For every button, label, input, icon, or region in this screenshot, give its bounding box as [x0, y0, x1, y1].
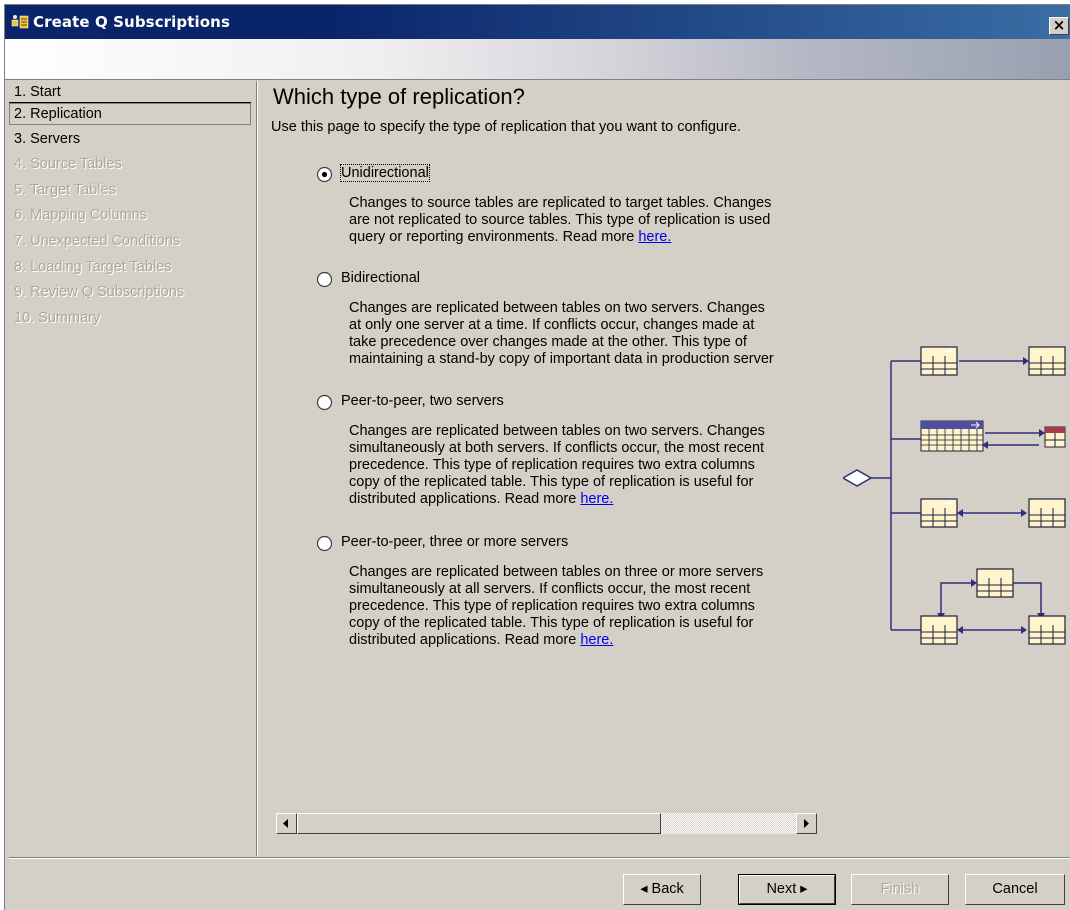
description-text: distributed applications. Read more — [349, 491, 581, 507]
scroll-left-button[interactable] — [276, 813, 297, 834]
nav-step-source-tables: 4. Source Tables — [9, 153, 251, 175]
description-line: take precedence over changes made at the… — [349, 334, 747, 350]
nav-step-review-q-subscriptions: 9. Review Q Subscriptions — [9, 281, 251, 303]
description-line: query or reporting environments. Read mo… — [349, 229, 824, 246]
nav-step-label: 10. Summary — [14, 310, 101, 326]
description-line: at only one server at a time. If conflic… — [349, 317, 755, 333]
nav-step-label: 3. Servers — [14, 131, 81, 147]
description-line: are not replicated to source tables. Thi… — [349, 212, 771, 228]
description-line: simultaneously at both servers. If confl… — [349, 440, 765, 456]
nav-step-label: 7. Unexpected Conditions — [14, 233, 181, 249]
radio-unidirectional[interactable] — [316, 166, 333, 183]
target-table-icon — [1028, 346, 1066, 376]
nav-step-loading-target-tables: 8. Loading Target Tables — [9, 256, 251, 278]
horizontal-scrollbar[interactable] — [276, 813, 817, 834]
radio-bidirectional[interactable] — [316, 271, 333, 288]
nav-step-unexpected-conditions: 7. Unexpected Conditions — [9, 230, 251, 252]
description-line: distributed applications. Read more here… — [349, 491, 824, 508]
nav-step-label: 8. Loading Target Tables — [14, 259, 172, 275]
peer-table-icon — [976, 568, 1014, 598]
nav-step-servers[interactable]: 3. Servers — [9, 128, 251, 150]
radio-peer-to-peer-two-servers[interactable] — [316, 394, 333, 411]
peer-table-icon — [1028, 615, 1066, 645]
option-description-peer-to-peer-three-or-more-servers: Changes are replicated between tables on… — [349, 564, 824, 649]
connector-lines — [863, 360, 1042, 631]
target-table-icon — [1044, 426, 1066, 448]
option-label-unidirectional[interactable]: Unidirectional — [340, 164, 430, 182]
description-text: query or reporting environments. Read mo… — [349, 229, 639, 245]
description-line: Changes are replicated between tables on… — [349, 300, 765, 316]
next-button[interactable]: Next ▸ — [738, 874, 836, 905]
description-line: Changes are replicated between tables on… — [349, 564, 764, 580]
option-label-peer-to-peer-three-or-more-servers[interactable]: Peer-to-peer, three or more servers — [341, 534, 568, 550]
nav-step-start[interactable]: 1. Start — [9, 81, 251, 103]
scroll-right-button[interactable] — [796, 813, 817, 834]
create-q-subscriptions-window: Create Q Subscriptions × 1. Start 2. Rep… — [4, 4, 1070, 910]
nav-step-label: 1. Start — [14, 84, 61, 100]
radio-peer-to-peer-three-or-more-servers[interactable] — [316, 535, 333, 552]
start-diamond-icon — [843, 469, 873, 487]
nav-step-label: 9. Review Q Subscriptions — [14, 284, 185, 300]
finish-button: Finish — [851, 874, 949, 905]
read-more-link[interactable]: here. — [580, 491, 613, 507]
description-line: Changes to source tables are replicated … — [349, 195, 772, 211]
description-line: maintaining a stand-by copy of important… — [349, 351, 774, 367]
nav-step-target-tables: 5. Target Tables — [9, 179, 251, 201]
footer-divider — [9, 857, 1070, 859]
read-more-link[interactable]: here. — [580, 632, 613, 648]
nav-step-mapping-columns: 6. Mapping Columns — [9, 204, 251, 226]
arrow-left-icon — [283, 819, 288, 828]
arrow-right-icon — [804, 819, 809, 828]
peer-table-icon — [920, 498, 958, 528]
source-table-icon — [920, 420, 984, 452]
option-description-peer-to-peer-two-servers: Changes are replicated between tables on… — [349, 423, 824, 508]
option-description-bidirectional: Changes are replicated between tables on… — [349, 300, 824, 368]
back-button[interactable]: ◂ Back — [623, 874, 701, 905]
description-line: distributed applications. Read more here… — [349, 632, 824, 649]
wizard-app-icon — [11, 15, 29, 29]
nav-step-label: 6. Mapping Columns — [14, 207, 147, 223]
read-more-link[interactable]: here. — [638, 229, 671, 245]
nav-step-label: 2. Replication — [14, 106, 102, 122]
description-line: precedence. This type of replication req… — [349, 598, 755, 614]
description-text: distributed applications. Read more — [349, 632, 581, 648]
window-title: Create Q Subscriptions — [33, 13, 230, 31]
option-description-unidirectional: Changes to source tables are replicated … — [349, 195, 824, 246]
title-bar[interactable]: Create Q Subscriptions × — [5, 5, 1070, 39]
description-line: copy of the replicated table. This type … — [349, 615, 754, 631]
close-icon: × — [1052, 16, 1066, 34]
nav-step-label: 4. Source Tables — [14, 156, 122, 172]
peer-table-icon — [1028, 498, 1066, 528]
close-button[interactable]: × — [1049, 17, 1069, 35]
replication-topology-diagram — [843, 346, 1066, 645]
peer-table-icon — [920, 615, 958, 645]
header-banner — [5, 39, 1070, 80]
nav-step-summary: 10. Summary — [9, 307, 251, 329]
description-line: precedence. This type of replication req… — [349, 457, 755, 473]
nav-step-label: 5. Target Tables — [14, 182, 116, 198]
page-description: Use this page to specify the type of rep… — [271, 119, 741, 135]
nav-step-replication[interactable]: 2. Replication — [9, 103, 251, 125]
cancel-button[interactable]: Cancel — [965, 874, 1065, 905]
option-label-peer-to-peer-two-servers[interactable]: Peer-to-peer, two servers — [341, 393, 504, 409]
page-title: Which type of replication? — [273, 84, 525, 109]
description-line: Changes are replicated between tables on… — [349, 423, 765, 439]
scrollbar-thumb[interactable] — [297, 813, 661, 834]
wizard-step-navigation: 1. Start 2. Replication 3. Servers 4. So… — [9, 81, 257, 856]
description-line: simultaneously at all servers. If confli… — [349, 581, 751, 597]
option-label-bidirectional[interactable]: Bidirectional — [341, 270, 420, 286]
description-line: copy of the replicated table. This type … — [349, 474, 754, 490]
source-table-icon — [920, 346, 958, 376]
